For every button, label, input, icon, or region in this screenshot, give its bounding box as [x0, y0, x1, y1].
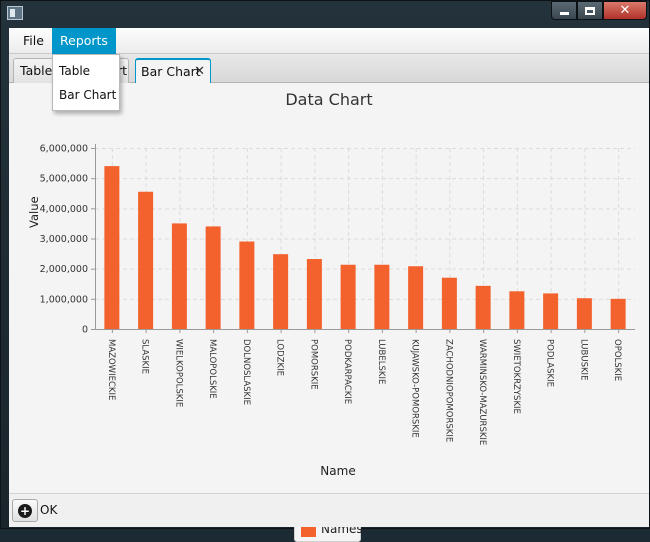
y-tick-label: 3,000,000 — [40, 234, 88, 245]
y-tick-label: 0 — [82, 325, 88, 336]
application-window: ✕ File Reports Table rt Bar Chart ✕ Tabl… — [0, 0, 650, 542]
bar — [340, 264, 356, 329]
minimize-button[interactable] — [551, 1, 577, 20]
tab-table-label: Table — [20, 63, 53, 78]
x-tick-label: LODZKIE — [275, 339, 285, 376]
chart-plot: 0 1,000,000 2,000,000 3,000,000 4,000,000 5,0… — [40, 144, 635, 445]
plus-circle-icon: + — [18, 504, 32, 518]
ok-button[interactable]: + — [12, 499, 38, 522]
x-tick-label: DOLNOSLASKIE — [241, 339, 251, 405]
bar — [104, 166, 120, 329]
bar — [509, 291, 525, 329]
bar — [408, 266, 424, 329]
app-icon — [7, 6, 23, 20]
menu-bar: File Reports — [9, 28, 649, 54]
menu-reports[interactable]: Reports — [52, 28, 116, 54]
title-bar[interactable]: ✕ — [1, 1, 650, 25]
close-window-button[interactable]: ✕ — [603, 1, 647, 20]
menu-file[interactable]: File — [15, 28, 52, 54]
bar — [273, 254, 289, 329]
tab-bar-chart[interactable]: Bar Chart ✕ — [135, 58, 211, 83]
x-tick-label: POMORSKIE — [308, 339, 318, 390]
x-tick-label: ZACHODNIOPOMORSKIE — [443, 339, 453, 442]
footer-bar: + OK — [9, 493, 649, 527]
bar-chart: Data Chart Value 0 1,000,000 2,000,000 3,00… — [9, 83, 649, 542]
menu-item-bar-chart[interactable]: Bar Chart — [53, 83, 119, 107]
bar — [374, 264, 390, 329]
y-tick-label: 6,000,000 — [40, 144, 88, 155]
bar — [138, 191, 154, 329]
tab-close-icon[interactable]: ✕ — [194, 60, 205, 83]
x-axis-label: Name — [320, 464, 356, 478]
bar — [239, 241, 255, 329]
reports-dropdown-menu: Table Bar Chart — [52, 54, 120, 111]
x-tick-label: KUJAWSKO-POMORSKIE — [410, 339, 420, 438]
x-tick-label: PODLASKIE — [545, 339, 555, 387]
bar — [205, 226, 221, 329]
x-tick-label: PODKARPACKIE — [342, 339, 352, 404]
bar — [610, 298, 626, 329]
maximize-button[interactable] — [577, 1, 603, 20]
close-icon: ✕ — [619, 3, 631, 18]
y-tick-label: 5,000,000 — [40, 174, 88, 185]
x-tick-label: OPOLSKIE — [612, 339, 622, 381]
bar — [475, 285, 491, 329]
x-tick-label: SLASKIE — [140, 339, 150, 374]
x-tick-label: LUBUSKIE — [578, 339, 588, 380]
bar — [306, 259, 322, 329]
x-tick-label: MAZOWIECKIE — [106, 339, 116, 400]
bar — [441, 277, 457, 329]
y-tick-label: 2,000,000 — [40, 264, 88, 275]
y-tick-label: 4,000,000 — [40, 204, 88, 215]
bar — [576, 298, 592, 329]
x-tick-label: LUBELSKIE — [376, 339, 386, 384]
tab-bar-chart-label: Bar Chart — [141, 64, 201, 79]
minimize-icon — [559, 12, 569, 15]
maximize-icon — [585, 6, 595, 15]
x-tick-label: MALOPOLSKIE — [207, 339, 217, 399]
x-tick-label: WARMINSKO-MAZURSKIE — [477, 339, 487, 445]
bar — [171, 223, 187, 329]
x-tick-label: WIELKOPOLSKIE — [173, 339, 183, 407]
ok-label: OK — [40, 503, 58, 517]
x-tick-label: SWIETOKRZYSKIE — [511, 339, 521, 414]
client-area: File Reports Table rt Bar Chart ✕ Table … — [9, 28, 649, 542]
bar — [543, 293, 559, 329]
y-tick-label: 1,000,000 — [40, 294, 88, 305]
menu-item-table[interactable]: Table — [53, 59, 119, 83]
window-controls: ✕ — [551, 1, 647, 20]
